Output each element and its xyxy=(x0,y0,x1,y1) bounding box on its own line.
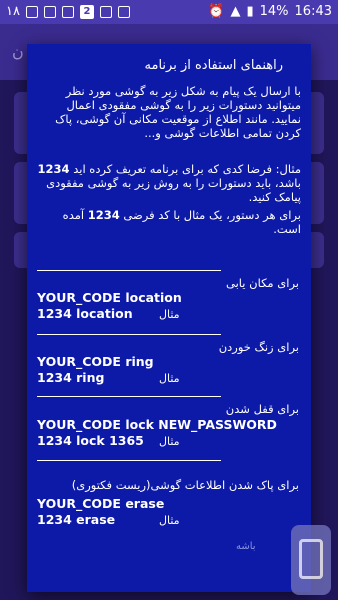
section-label: برای پاک شدن اطلاعات گوشی(ریست فکتوری) xyxy=(71,478,299,492)
separator xyxy=(37,396,221,397)
app-icon xyxy=(99,5,112,18)
section-example: 1234 erase xyxy=(37,512,116,527)
section-example: 1234 location xyxy=(37,306,133,321)
app-icon xyxy=(43,5,56,18)
battery-icon: ▮ xyxy=(246,4,254,19)
section-label: برای زنگ خوردن xyxy=(218,340,299,354)
example-mid: باشد، باید دستورات را به روش زیر به گوشی… xyxy=(46,176,301,204)
section-example-label: مثال xyxy=(159,514,180,527)
help-dialog: راهنمای استفاده از برنامه با ارسال یک پی… xyxy=(27,44,311,592)
example-end-paragraph: برای هر دستور، یک مثال با کد فرضی 1234 آ… xyxy=(37,208,301,236)
app-icon xyxy=(117,5,130,18)
status-left: ۱۸ 2 xyxy=(6,4,130,19)
separator xyxy=(37,334,221,335)
example-code: 1234 xyxy=(37,162,70,176)
example-paragraph: مثال: فرضا کدی که برای برنامه تعریف کرده… xyxy=(37,162,301,204)
app-icon xyxy=(61,5,74,18)
example-end-pre: برای هر دستور، یک مثال با کد فرضی xyxy=(123,208,301,222)
section-example: 1234 ring xyxy=(37,370,105,385)
status-bar: ۱۸ 2 ⏰ ▲ ▮ 14% 16:43 xyxy=(0,0,338,24)
dialog-title: راهنمای استفاده از برنامه xyxy=(144,58,283,73)
section-example-label: مثال xyxy=(159,435,180,448)
example-end-code: 1234 xyxy=(87,208,120,222)
notification-count-badge: 2 xyxy=(79,4,94,19)
section-label: برای مکان یابی xyxy=(225,276,299,290)
section-example-label: مثال xyxy=(159,372,180,385)
app-title: ن xyxy=(12,42,24,61)
section-command: YOUR_CODE erase xyxy=(37,496,165,511)
status-time: 16:43 xyxy=(294,4,332,19)
notification-icon xyxy=(25,5,38,18)
alarm-icon: ⏰ xyxy=(208,4,225,19)
ok-button[interactable]: باشه xyxy=(236,541,256,552)
separator xyxy=(37,270,221,271)
intro-text: با ارسال یک پیام به شکل زیر به گوشی مورد… xyxy=(55,84,301,140)
separator xyxy=(37,460,221,461)
section-example: 1234 lock 1365 xyxy=(37,433,144,448)
section-command: YOUR_CODE ring xyxy=(37,354,154,369)
section-command: YOUR_CODE lock NEW_PASSWORD xyxy=(37,417,277,432)
status-right: ⏰ ▲ ▮ 14% 16:43 xyxy=(208,4,332,19)
battery-percent: 14% xyxy=(259,4,289,19)
section-label: برای قفل شدن xyxy=(225,402,299,416)
store-badge-icon xyxy=(291,525,331,595)
status-number: ۱۸ xyxy=(6,4,20,19)
signal-icon: ▲ xyxy=(230,4,241,19)
example-pre: مثال: فرضا کدی که برای برنامه تعریف کرده… xyxy=(73,162,301,176)
section-example-label: مثال xyxy=(159,308,180,321)
section-command: YOUR_CODE location xyxy=(37,290,182,305)
